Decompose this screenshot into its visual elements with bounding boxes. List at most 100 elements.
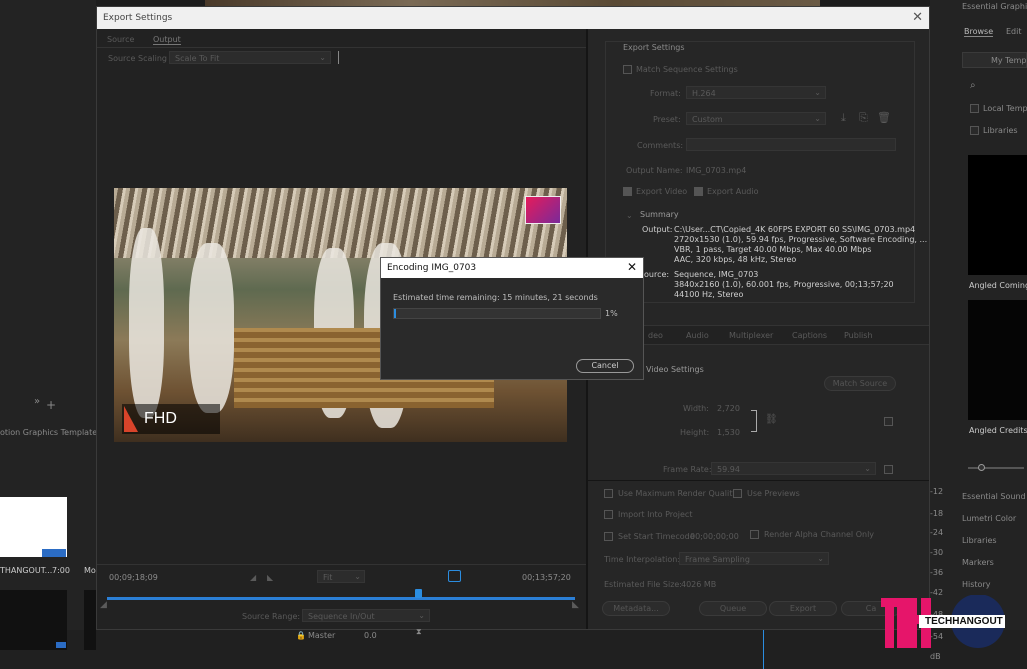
source-range-dropdown[interactable]: Sequence In/Out ⌄ (302, 609, 430, 622)
preset-dropdown[interactable]: Custom ⌄ (686, 112, 826, 125)
progress-fill (394, 309, 396, 318)
panel-libraries[interactable]: Libraries (962, 536, 997, 545)
project-thumbnail[interactable] (0, 590, 67, 650)
panel-markers[interactable]: Markers (962, 558, 994, 567)
aspect-ratio-icon[interactable] (448, 570, 461, 582)
set-in-icon[interactable]: ◢ (250, 573, 256, 582)
plus-icon[interactable]: + (46, 398, 56, 412)
tab-output[interactable]: Output (153, 35, 181, 45)
tab-audio[interactable]: Audio (686, 331, 709, 340)
local-templates-checkbox[interactable] (970, 104, 979, 113)
template-thumbnail[interactable] (968, 300, 1027, 420)
render-alpha-checkbox[interactable] (750, 530, 759, 539)
resize-checkbox[interactable] (884, 417, 893, 426)
thumbnail-size-slider[interactable] (968, 467, 1024, 469)
close-icon[interactable]: ✕ (627, 260, 637, 274)
tab-multiplexer[interactable]: Multiplexer (729, 331, 773, 340)
playhead[interactable] (415, 589, 422, 598)
timeline-range-bar[interactable] (107, 597, 575, 600)
tab-video[interactable]: deo (648, 331, 663, 340)
start-timecode-value[interactable]: 00;00;00;00 (690, 532, 739, 541)
chevron-down-icon[interactable]: ⌄ (626, 211, 633, 220)
frame-rate-value: 59.94 (717, 465, 740, 474)
import-preset-icon[interactable]: ⎘ (859, 111, 868, 125)
export-audio-label: Export Audio (707, 187, 759, 196)
in-point-handle[interactable]: ◢ (100, 600, 107, 610)
meter-tick: -12 (930, 487, 944, 496)
export-button[interactable]: Export (769, 601, 837, 616)
output-name-label: Output Name: (626, 166, 683, 175)
panel-history[interactable]: History (962, 580, 990, 589)
save-preset-icon[interactable]: ⤓ (841, 111, 846, 125)
output-name-link[interactable]: IMG_0703.mp4 (686, 166, 746, 175)
lock-icon[interactable]: 🔒 (296, 631, 306, 640)
use-previews-checkbox[interactable] (733, 489, 742, 498)
tab-publish[interactable]: Publish (844, 331, 873, 340)
source-scaling-value: Scale To Fit (175, 54, 220, 63)
panel-essential-sound[interactable]: Essential Sound (962, 492, 1026, 501)
height-label: Height: (680, 428, 710, 437)
source-scaling-dropdown[interactable]: Scale To Fit ⌄ (169, 51, 331, 64)
timecode-current[interactable]: 00;09;18;09 (109, 573, 158, 582)
divider (97, 564, 586, 565)
frame-rate-checkbox[interactable] (884, 465, 893, 474)
meter-tick: -24 (930, 528, 944, 537)
essential-graphics-title: Essential Graphics (962, 2, 1027, 11)
master-volume: 0.0 (364, 631, 377, 640)
export-video-checkbox[interactable] (623, 187, 632, 196)
tab-edit[interactable]: Edit (1006, 27, 1022, 36)
source-scaling-label: Source Scaling (108, 54, 167, 63)
badge-triangle-icon (124, 406, 138, 432)
chevron-double-icon[interactable]: » (34, 396, 40, 407)
dialog-title-bar: Encoding IMG_0703 ✕ (381, 258, 643, 278)
tab-browse[interactable]: Browse (964, 27, 994, 37)
queue-button[interactable]: Queue (699, 601, 767, 616)
match-source-button[interactable]: Match Source (824, 376, 896, 391)
slider-handle[interactable] (978, 464, 985, 471)
project-thumbnail[interactable] (0, 497, 67, 557)
chain-link-icon[interactable]: ⛓ (765, 414, 778, 425)
chevron-down-icon: ⌄ (418, 611, 425, 620)
chevron-down-icon: ⌄ (319, 53, 326, 62)
libraries-checkbox[interactable] (970, 126, 979, 135)
tab-source[interactable]: Source (107, 35, 134, 44)
aspect-link-bracket (751, 410, 757, 432)
summary-source-line: 44100 Hz, Stereo (674, 290, 744, 299)
metadata-button[interactable]: Metadata... (602, 601, 670, 616)
curtain (189, 243, 234, 413)
cancel-button[interactable]: Cancel (576, 359, 634, 373)
time-interpolation-dropdown[interactable]: Frame Sampling ⌄ (679, 552, 829, 565)
out-point-handle[interactable]: ◣ (572, 600, 579, 610)
height-value[interactable]: 1,530 (717, 428, 740, 437)
techhangout-logo: TECHHANGOUT (881, 594, 1005, 650)
delete-preset-icon[interactable]: 🗑 (877, 111, 891, 124)
close-icon[interactable]: ✕ (912, 10, 923, 25)
my-templates-dropdown[interactable]: My Templ (962, 52, 1027, 68)
match-sequence-label: Match Sequence Settings (636, 65, 738, 74)
start-timecode-checkbox[interactable] (604, 532, 613, 541)
export-audio-checkbox[interactable] (694, 187, 703, 196)
template-thumbnail[interactable] (968, 155, 1027, 275)
import-project-checkbox[interactable] (604, 510, 613, 519)
max-render-checkbox[interactable] (604, 489, 613, 498)
meter-tick: -36 (930, 568, 944, 577)
comments-input[interactable] (686, 138, 896, 151)
match-sequence-checkbox[interactable] (623, 65, 632, 74)
libraries-label: Libraries (983, 126, 1018, 135)
render-alpha-label: Render Alpha Channel Only (764, 530, 875, 539)
tab-captions[interactable]: Captions (792, 331, 827, 340)
zoom-dropdown[interactable]: Fit ⌄ (317, 570, 365, 583)
chevron-down-icon: ⌄ (354, 572, 361, 581)
search-icon[interactable]: ⌕ (970, 80, 976, 91)
frame-rate-dropdown[interactable]: 59.94 ⌄ (711, 462, 876, 475)
meter-tick: -18 (930, 509, 944, 518)
panel-lumetri-color[interactable]: Lumetri Color (962, 514, 1016, 523)
divider (588, 480, 929, 481)
width-value[interactable]: 2,720 (717, 404, 740, 413)
thatched-roof (114, 188, 567, 258)
set-out-icon[interactable]: ◣ (267, 573, 273, 582)
track-end-icon: ⧗ (416, 627, 422, 636)
format-dropdown[interactable]: H.264 ⌄ (686, 86, 826, 99)
project-thumbnail[interactable] (84, 590, 96, 650)
time-interpolation-label: Time Interpolation: (604, 555, 681, 564)
